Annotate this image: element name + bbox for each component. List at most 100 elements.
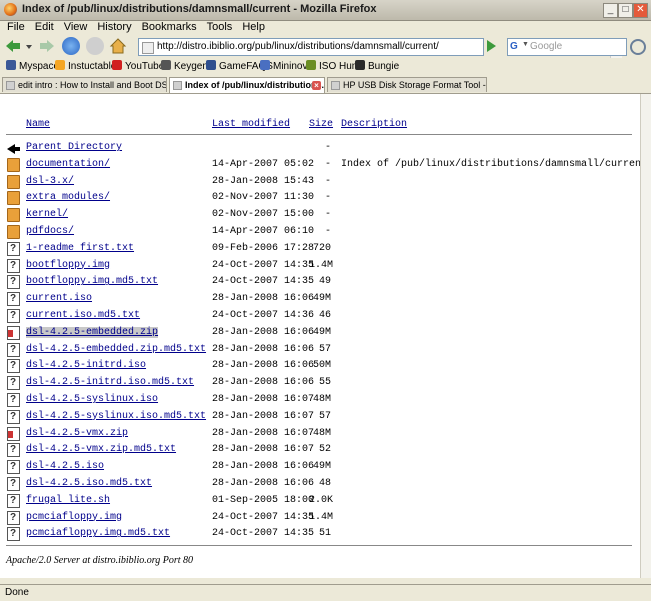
file-name[interactable]: documentation/ xyxy=(26,159,110,170)
tab-index-current[interactable]: Index of /pub/linux/distributions... × xyxy=(169,77,325,93)
folder-icon[interactable] xyxy=(7,225,20,239)
file-name[interactable]: pcmciafloppy.img xyxy=(26,512,122,523)
home-icon[interactable] xyxy=(109,37,127,55)
url-text[interactable]: http://distro.ibiblio.org/pub/linux/dist… xyxy=(157,41,439,52)
file-name[interactable]: dsl-3.x/ xyxy=(26,176,74,187)
unknown-file-icon[interactable] xyxy=(7,258,20,273)
menu-tools[interactable]: Tools xyxy=(202,20,238,34)
menu-view[interactable]: View xyxy=(59,20,93,34)
file-size: 48M xyxy=(312,427,331,439)
file-name[interactable]: dsl-4.2.5-initrd.iso.md5.txt xyxy=(26,377,194,388)
reload-icon[interactable] xyxy=(62,37,80,55)
back-arrow-icon[interactable] xyxy=(4,37,22,55)
bookmark-youtube[interactable]: YouTube xyxy=(112,60,164,72)
forward-arrow-icon[interactable] xyxy=(38,37,56,55)
engine-dropdown-icon[interactable]: ▼ xyxy=(522,41,529,48)
unknown-file-icon[interactable] xyxy=(7,342,20,357)
back-icon[interactable] xyxy=(7,141,20,155)
folder-icon[interactable] xyxy=(7,157,20,172)
unknown-file-icon[interactable] xyxy=(7,409,20,424)
unknown-file-icon[interactable] xyxy=(7,376,20,391)
search-icon[interactable] xyxy=(630,39,646,55)
bookmark-myspace[interactable]: Myspace xyxy=(6,60,59,72)
folder-icon[interactable] xyxy=(7,174,20,189)
file-name[interactable]: dsl-4.2.5-embedded.zip.md5.txt xyxy=(26,344,206,355)
file-name[interactable]: pdfdocs/ xyxy=(26,226,74,237)
file-name[interactable]: dsl-4.2.5-initrd.iso xyxy=(26,360,146,371)
file-name[interactable]: current.iso.md5.txt xyxy=(26,310,140,321)
file-name[interactable]: bootfloppy.img.md5.txt xyxy=(26,276,158,287)
maximize-button[interactable]: □ xyxy=(618,3,633,18)
tab-hp-usb-tool[interactable]: HP USB Disk Storage Format Tool - v2.... xyxy=(327,77,487,92)
file-modified: 28-Jan-2008 16:06 xyxy=(212,326,315,338)
menu-file[interactable]: File xyxy=(0,20,30,34)
folder-icon[interactable] xyxy=(7,191,20,206)
file-size: 46 xyxy=(318,310,331,321)
file-size: 1.4M xyxy=(309,511,334,523)
column-header-description[interactable]: Description xyxy=(341,119,407,130)
column-header-size[interactable]: Size xyxy=(309,119,333,130)
unknown-file-icon[interactable] xyxy=(7,275,20,290)
unknown-file-icon[interactable] xyxy=(7,477,20,491)
file-name[interactable]: frugal lite.sh xyxy=(26,495,110,506)
folder-icon[interactable] xyxy=(7,208,20,223)
unknown-file-icon[interactable] xyxy=(7,527,20,542)
compressed-file-icon[interactable] xyxy=(7,325,20,340)
unknown-file-icon[interactable] xyxy=(7,359,20,374)
file-name[interactable]: dsl-4.2.5.iso xyxy=(26,461,104,472)
unknown-file-icon[interactable] xyxy=(7,292,20,307)
file-name[interactable]: 1-readme first.txt xyxy=(26,243,134,254)
file-name[interactable]: current.iso xyxy=(26,293,92,304)
minimize-button[interactable]: _ xyxy=(603,3,618,18)
file-name[interactable]: dsl-4.2.5-vmx.zip xyxy=(26,428,128,439)
menu-bookmarks[interactable]: Bookmarks xyxy=(137,20,202,34)
go-icon[interactable] xyxy=(487,40,496,52)
tab-close-icon[interactable]: × xyxy=(312,81,321,90)
table-row: dsl-4.2.5.iso.md5.txt 28-Jan-2008 16:0648 xyxy=(0,476,640,492)
unknown-file-icon[interactable] xyxy=(7,493,20,508)
stop-icon[interactable] xyxy=(86,37,104,55)
file-name[interactable]: Parent Directory xyxy=(26,142,122,153)
menu-history[interactable]: History xyxy=(92,20,136,34)
firefox-icon xyxy=(4,3,17,16)
file-name[interactable]: dsl-4.2.5-embedded.zip xyxy=(26,326,159,338)
unknown-file-icon[interactable] xyxy=(7,460,20,475)
file-modified: 24-Oct-2007 14:35 xyxy=(212,276,315,288)
unknown-file-icon[interactable] xyxy=(7,510,20,525)
file-modified: 28-Jan-2008 16:06 xyxy=(212,461,315,473)
bookmark-bungie[interactable]: Bungie xyxy=(355,60,399,72)
file-name[interactable]: kernel/ xyxy=(26,209,68,220)
table-row: dsl-4.2.5-vmx.zip.md5.txt 28-Jan-2008 16:… xyxy=(0,442,640,458)
column-header-last-modified[interactable]: Last modified xyxy=(212,119,290,130)
file-name[interactable]: bootfloppy.img xyxy=(26,260,110,271)
bookmark-isohunt[interactable]: ISO Hunt xyxy=(306,60,360,72)
url-bar[interactable]: http://distro.ibiblio.org/pub/linux/dist… xyxy=(138,38,622,58)
column-header-name[interactable]: Name xyxy=(26,119,50,130)
file-size: 2.0K xyxy=(309,494,334,506)
table-row: dsl-4.2.5-initrd.iso 28-Jan-2008 16:0650M xyxy=(0,358,640,374)
search-input[interactable]: Google xyxy=(530,41,562,52)
file-size: 49M xyxy=(312,461,331,473)
file-name[interactable]: dsl-4.2.5-vmx.zip.md5.txt xyxy=(26,444,176,455)
unknown-file-icon[interactable] xyxy=(7,309,20,323)
file-name[interactable]: dsl-4.2.5-syslinux.iso.md5.txt xyxy=(26,411,206,422)
file-name[interactable]: extra modules/ xyxy=(26,192,110,203)
tab-edit-intro[interactable]: edit intro : How to Install and Boot DS.… xyxy=(2,77,167,92)
file-name[interactable]: dsl-4.2.5.iso.md5.txt xyxy=(26,478,152,489)
unknown-file-icon[interactable] xyxy=(7,393,20,407)
menu-edit[interactable]: Edit xyxy=(30,20,59,34)
compressed-file-icon[interactable] xyxy=(7,426,20,441)
history-dropdown-icon[interactable] xyxy=(24,37,34,55)
table-row: frugal lite.sh 01-Sep-2005 18:002.0K xyxy=(0,493,640,509)
search-box[interactable]: G ▼ Google xyxy=(507,38,627,56)
gamefaqs-icon xyxy=(206,60,216,70)
unknown-file-icon[interactable] xyxy=(7,443,20,458)
file-name[interactable]: pcmciafloppy.img.md5.txt xyxy=(26,528,170,539)
close-button[interactable]: ✕ xyxy=(633,3,648,18)
file-name[interactable]: dsl-4.2.5-syslinux.iso xyxy=(26,394,158,405)
menu-help[interactable]: Help xyxy=(237,20,270,34)
vertical-scrollbar[interactable] xyxy=(640,94,651,578)
unknown-file-icon[interactable] xyxy=(7,241,20,256)
tab-favicon xyxy=(331,81,340,90)
google-icon[interactable]: G xyxy=(510,41,521,52)
